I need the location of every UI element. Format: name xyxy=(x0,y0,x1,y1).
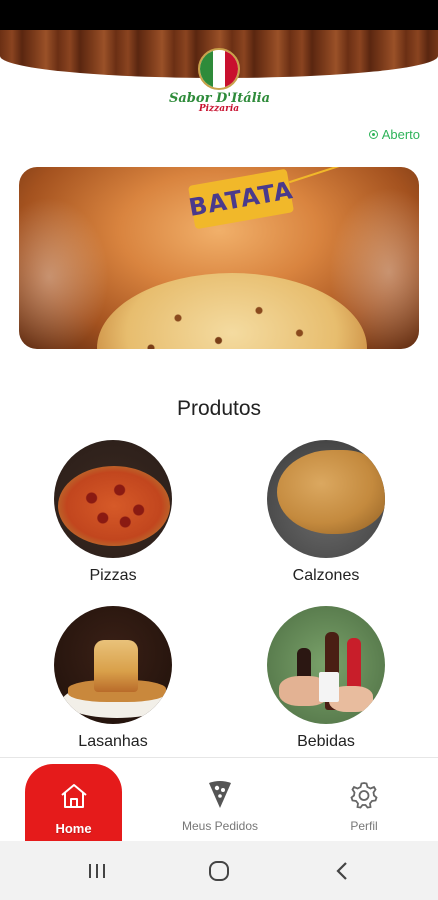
banner-tag: BATATA xyxy=(186,168,296,230)
radio-dot-icon xyxy=(368,130,378,139)
banner-pizza-image xyxy=(97,273,367,349)
back-system-button[interactable] xyxy=(328,857,356,885)
product-lasanhas[interactable]: Lasanhas xyxy=(43,606,183,751)
android-system-nav xyxy=(0,841,438,900)
nav-home[interactable]: Home xyxy=(25,764,122,842)
drinks-photo xyxy=(267,606,385,724)
recent-apps-button[interactable] xyxy=(83,857,111,885)
home-circle-icon xyxy=(209,861,229,881)
lasagna-photo xyxy=(54,606,172,724)
nav-home-label: Home xyxy=(55,821,92,836)
section-title: Produtos xyxy=(176,397,262,420)
house-icon xyxy=(60,784,87,808)
open-status-label: Aberto xyxy=(381,127,420,142)
nav-orders-label: Meus Pedidos xyxy=(181,819,259,833)
calzone-photo xyxy=(267,440,385,558)
status-bar xyxy=(0,0,438,30)
product-pizzas[interactable]: Pizzas xyxy=(43,440,183,585)
bottom-nav: Home Meus Pedidos Perfil xyxy=(0,757,438,842)
gear-icon xyxy=(350,782,378,809)
product-label: Pizzas xyxy=(89,567,137,584)
pizza-slice-icon xyxy=(209,781,231,808)
product-bebidas[interactable]: Bebidas xyxy=(256,606,396,751)
nav-profile[interactable]: Perfil xyxy=(332,758,396,842)
product-label: Bebidas xyxy=(297,733,355,750)
home-system-button[interactable] xyxy=(205,857,233,885)
banner-tag-text: BATATA xyxy=(186,176,296,222)
italian-flag-emblem xyxy=(198,48,240,90)
nav-profile-label: Perfil xyxy=(350,819,378,833)
smoke-left xyxy=(19,197,109,349)
brand-logo: Sabor D'Itália Pizzaria xyxy=(169,48,270,120)
product-label: Calzones xyxy=(292,567,360,584)
product-label: Lasanhas xyxy=(78,733,148,750)
back-chevron-icon xyxy=(336,862,347,880)
promo-banner[interactable]: BATATA xyxy=(19,167,419,349)
nav-orders[interactable]: Meus Pedidos xyxy=(168,758,272,842)
pizza-photo xyxy=(54,440,172,558)
product-calzones[interactable]: Calzones xyxy=(256,440,396,585)
open-status: Aberto xyxy=(368,127,420,142)
recent-apps-icon xyxy=(89,864,105,878)
